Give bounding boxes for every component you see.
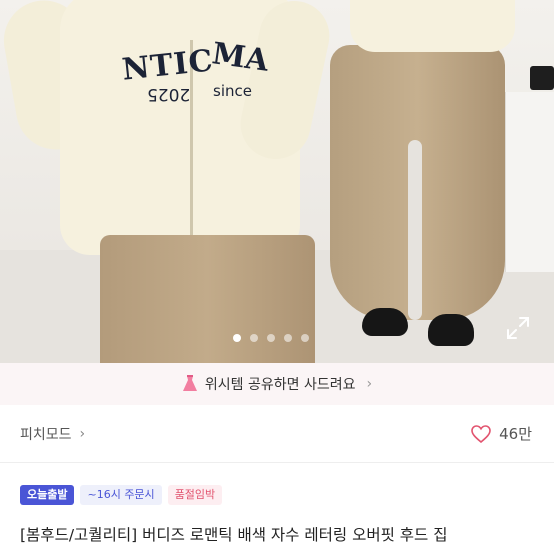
carousel-dot[interactable] — [301, 334, 309, 342]
shoe — [428, 314, 474, 346]
badge-low-stock: 품절임박 — [167, 485, 223, 505]
wishlist-share-banner[interactable]: 위시템 공유하면 사드려요 › — [0, 363, 554, 405]
hoodie-print-since: since — [213, 82, 252, 100]
product-title: [봄후드/고퀄리티] 버디즈 로맨틱 배색 자수 레터링 오버핏 후드 집 — [20, 526, 448, 544]
background-stool — [505, 92, 554, 272]
shop-name: 피치모드 — [20, 426, 72, 443]
carousel-dot[interactable] — [267, 334, 275, 342]
shop-link[interactable]: 피치모드 › — [20, 424, 85, 444]
carousel-dot[interactable] — [250, 334, 258, 342]
like-count: 46만 — [499, 425, 532, 443]
product-image[interactable]: NTIC MA 2025 since — [0, 0, 554, 363]
carousel-dot[interactable] — [233, 334, 241, 342]
heart-icon — [471, 424, 491, 443]
hoodie-print-year: 2025 — [147, 84, 191, 104]
like-button[interactable]: 46만 — [471, 423, 532, 444]
pants-gap — [408, 140, 422, 320]
badge-today-ship: 오늘출발 — [20, 485, 75, 505]
background-object — [530, 66, 554, 90]
expand-icon[interactable] — [505, 315, 531, 341]
chevron-right-icon: › — [366, 376, 373, 392]
banner-text: 위시템 공유하면 사드려요 — [204, 377, 356, 393]
hoodie-right-model — [350, 0, 515, 52]
carousel-indicator[interactable] — [233, 334, 309, 342]
badge-order-cutoff: ~16시 주문시 — [80, 485, 162, 505]
dress-icon — [182, 375, 197, 391]
carousel-dot[interactable] — [284, 334, 292, 342]
shoe — [362, 308, 408, 336]
badge-row: 오늘출발 ~16시 주문시 품절임박 — [20, 485, 223, 505]
chevron-right-icon: › — [79, 425, 86, 442]
shop-row: 피치모드 › 46만 — [0, 405, 554, 463]
pants-left-model — [100, 235, 315, 363]
